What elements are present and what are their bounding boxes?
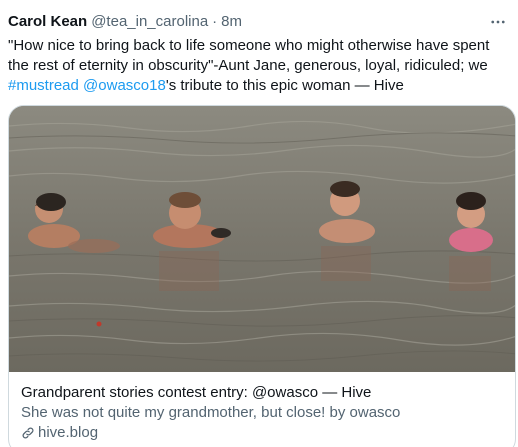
more-dots-icon xyxy=(491,20,505,24)
tweet-text-part1: "How nice to bring back to life someone … xyxy=(8,37,490,74)
card-domain-text: hive.blog xyxy=(38,424,99,441)
card-description[interactable]: She was not quite my grandmother, but cl… xyxy=(21,403,503,423)
card-image[interactable] xyxy=(9,106,515,372)
tweet-text: "How nice to bring back to life someone … xyxy=(8,36,508,96)
link-icon xyxy=(22,427,34,439)
author-handle[interactable]: @tea_in_carolina xyxy=(91,12,208,32)
tweet-text-part2: 's tribute to this epic woman — Hive xyxy=(165,77,404,94)
card-title[interactable]: Grandparent stories contest entry: @owas… xyxy=(21,383,503,403)
card-domain[interactable]: hive.blog xyxy=(21,423,503,443)
author-display-name[interactable]: Carol Kean xyxy=(8,12,87,32)
tweet-timestamp[interactable]: 8m xyxy=(221,12,242,32)
tweet-header: Carol Kean @tea_in_carolina · 8m xyxy=(8,12,510,32)
card-meta[interactable]: Grandparent stories contest entry: @owas… xyxy=(21,383,503,443)
tweet[interactable]: Carol Kean @tea_in_carolina · 8m "How ni… xyxy=(0,0,518,447)
swimming-photo xyxy=(9,106,515,372)
more-options-button[interactable] xyxy=(488,12,508,32)
mention-owasco18-link[interactable]: @owasco18 xyxy=(83,77,166,94)
header-separator: · xyxy=(212,13,218,30)
hashtag-mustread-link[interactable]: #mustread xyxy=(8,77,79,94)
link-preview-card[interactable]: Grandparent stories contest entry: @owas… xyxy=(8,105,516,447)
